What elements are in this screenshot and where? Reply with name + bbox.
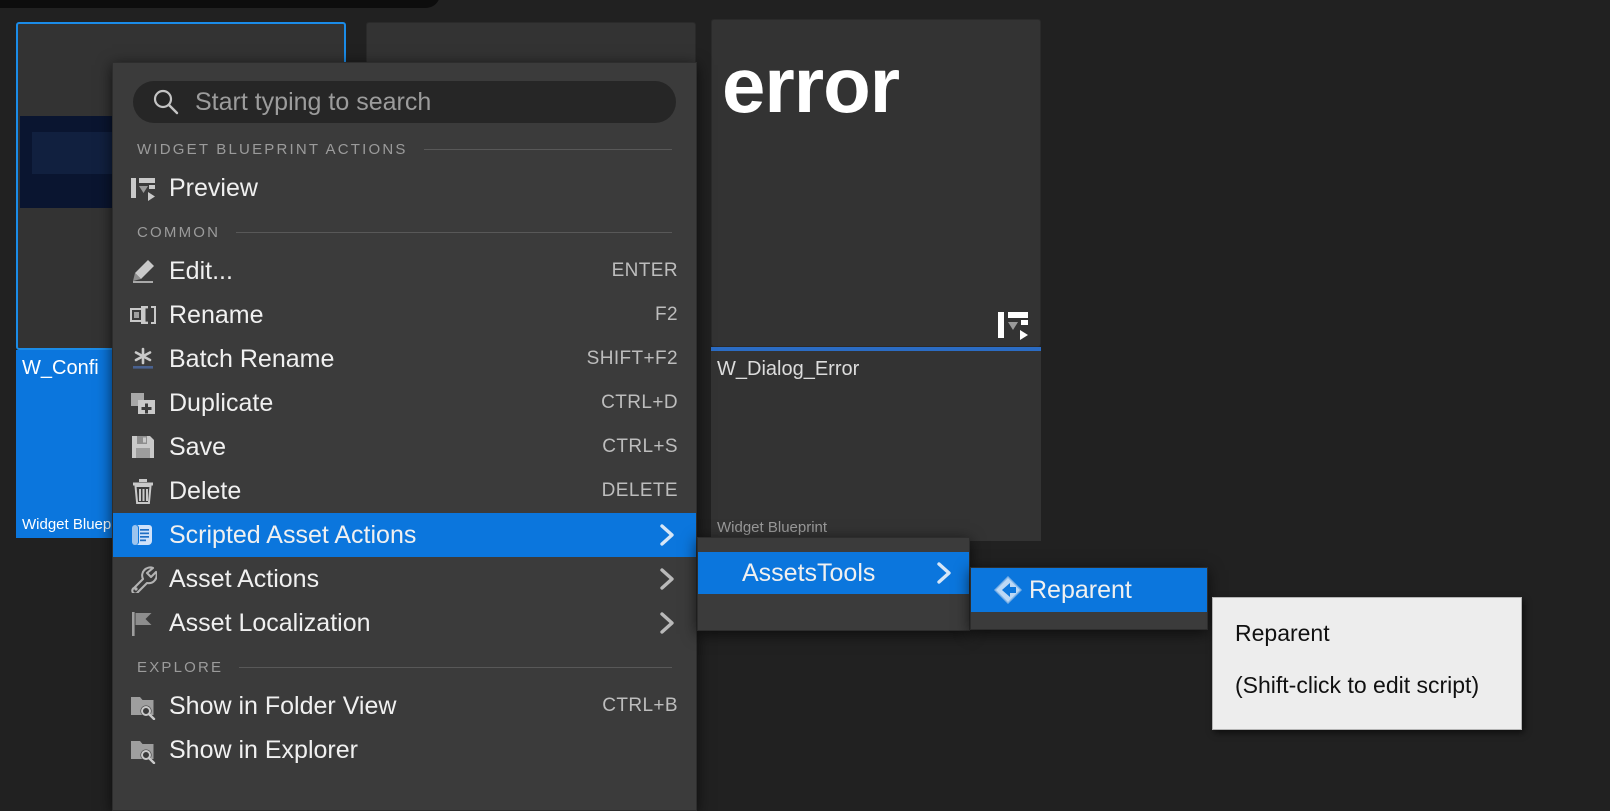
- section-label: WIDGET BLUEPRINT ACTIONS: [137, 141, 408, 158]
- menu-item-save[interactable]: Save CTRL+S: [113, 425, 696, 469]
- menu-item-label: Duplicate: [169, 389, 273, 417]
- folder-search-icon: [129, 736, 157, 764]
- screen-root: W_Confi Widget Blueprint error: [0, 0, 1610, 811]
- preview-icon: [129, 174, 157, 202]
- menu-item-label: Delete: [169, 477, 241, 505]
- menu-item-label: Asset Actions: [169, 565, 319, 593]
- menu-item-scripted-asset-actions[interactable]: Scripted Asset Actions: [113, 513, 696, 557]
- menu-item-delete[interactable]: Delete DELETE: [113, 469, 696, 513]
- wrench-icon: [129, 565, 157, 593]
- menu-item-asset-actions[interactable]: Asset Actions: [113, 557, 696, 601]
- menu-item-rename[interactable]: Rename F2: [113, 293, 696, 337]
- submenu-item-reparent[interactable]: Reparent: [971, 568, 1207, 612]
- menu-item-shortcut: CTRL+B: [578, 695, 678, 717]
- menu-item-label: Show in Folder View: [169, 692, 396, 720]
- scripted-asset-actions-submenu: AssetsTools: [697, 537, 970, 631]
- menu-item-edit[interactable]: Edit... ENTER: [113, 249, 696, 293]
- menu-item-asset-localization[interactable]: Asset Localization: [113, 601, 696, 645]
- assets-tools-submenu: Reparent: [970, 567, 1208, 630]
- chevron-right-icon: [933, 561, 955, 585]
- asset-type-label: Widget Blueprint: [717, 519, 827, 536]
- menu-item-shortcut: SHIFT+F2: [563, 348, 678, 370]
- menu-item-batch-rename[interactable]: Batch Rename SHIFT+F2: [113, 337, 696, 381]
- section-header-explore: EXPLORE: [113, 645, 696, 684]
- pencil-icon: [129, 257, 157, 285]
- chevron-right-icon: [656, 611, 678, 635]
- submenu-item-label: AssetsTools: [742, 559, 875, 587]
- menu-item-label: Batch Rename: [169, 345, 334, 373]
- menu-item-shortcut: ENTER: [588, 260, 678, 282]
- menu-item-label: Save: [169, 433, 226, 461]
- section-label: COMMON: [137, 224, 220, 241]
- menu-item-label: Edit...: [169, 257, 233, 285]
- menu-item-show-in-folder-view[interactable]: Show in Folder View CTRL+B: [113, 684, 696, 728]
- asset-tile-w-dialog-error[interactable]: error W_Dialog_Error Widget Blueprint: [711, 19, 1041, 541]
- submenu-item-assets-tools[interactable]: AssetsTools: [698, 552, 969, 594]
- menu-item-show-in-explorer[interactable]: Show in Explorer: [113, 728, 696, 772]
- menu-item-label: Preview: [169, 174, 258, 202]
- trash-icon: [129, 477, 157, 505]
- submenu-item-label: Reparent: [1029, 576, 1132, 604]
- menu-item-label: Rename: [169, 301, 264, 329]
- flag-icon: [129, 609, 157, 637]
- reparent-tooltip: Reparent (Shift-click to edit script): [1212, 597, 1522, 730]
- search-placeholder-text: Start typing to search: [195, 88, 431, 117]
- search-icon: [151, 87, 181, 117]
- chevron-right-icon: [656, 523, 678, 547]
- tooltip-title: Reparent: [1235, 618, 1499, 648]
- section-header-common: COMMON: [113, 210, 696, 249]
- menu-item-shortcut: CTRL+S: [578, 436, 678, 458]
- reparent-diamond-icon: [993, 575, 1023, 605]
- asterisk-icon: [129, 345, 157, 373]
- asset-label-band: W_Dialog_Error Widget Blueprint: [711, 351, 1041, 541]
- search-box[interactable]: Start typing to search: [133, 81, 676, 123]
- menu-item-preview[interactable]: Preview: [113, 166, 696, 210]
- asset-thumbnail: error: [711, 19, 1041, 347]
- section-label: EXPLORE: [137, 659, 223, 676]
- section-divider: [424, 149, 672, 150]
- folder-search-icon: [129, 692, 157, 720]
- script-scroll-icon: [129, 521, 157, 549]
- menu-item-label: Show in Explorer: [169, 736, 358, 764]
- floppy-disk-icon: [129, 433, 157, 461]
- menu-item-shortcut: DELETE: [578, 480, 678, 502]
- menu-item-shortcut: CTRL+D: [577, 392, 678, 414]
- asset-context-menu: Start typing to search WIDGET BLUEPRINT …: [112, 62, 697, 811]
- asset-name-label: W_Dialog_Error: [717, 357, 1041, 381]
- menu-item-label: Asset Localization: [169, 609, 371, 637]
- tooltip-subtitle: (Shift-click to edit script): [1235, 670, 1499, 700]
- thumbnail-error-text: error: [722, 46, 899, 124]
- chevron-right-icon: [656, 567, 678, 591]
- duplicate-icon: [129, 389, 157, 417]
- section-divider: [239, 667, 672, 668]
- content-browser-tab-strip: [0, 0, 440, 8]
- section-divider: [236, 232, 672, 233]
- rename-icon: [129, 301, 157, 329]
- menu-item-duplicate[interactable]: Duplicate CTRL+D: [113, 381, 696, 425]
- widget-blueprint-badge-icon: [996, 310, 1030, 340]
- menu-item-label: Scripted Asset Actions: [169, 521, 416, 549]
- section-header-widget-blueprint-actions: WIDGET BLUEPRINT ACTIONS: [113, 127, 696, 166]
- menu-item-shortcut: F2: [631, 304, 678, 326]
